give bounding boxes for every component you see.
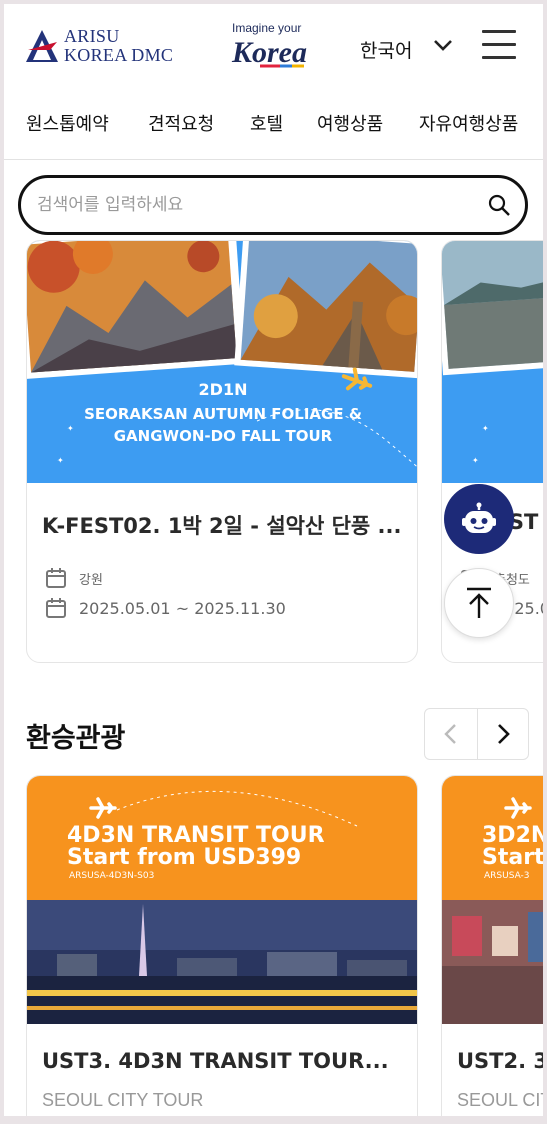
nav-item-quote[interactable]: 견적요청 [148, 110, 214, 136]
section-title: 환승관광 [26, 723, 126, 754]
app-frame: ARISU KOREA DMC Imagine your Korea 한국어 원… [4, 4, 543, 1116]
chevron-left-icon [444, 724, 456, 744]
transit-image[interactable]: 4D3N TRANSIT TOUR Start from USD399 ARSU… [27, 776, 418, 1024]
transit-title[interactable]: UST2. 3 [457, 1049, 543, 1073]
svg-text:✦: ✦ [67, 424, 74, 433]
svg-text:✦: ✦ [472, 456, 479, 465]
slider-next-button[interactable] [476, 709, 529, 759]
hamburger-icon[interactable] [482, 30, 516, 62]
product-image[interactable]: ✦ ✦ 2D1N SEORAKSAN AUTUMN FOLIAGE & GANG… [27, 241, 418, 483]
transit-image[interactable]: 3D2N Start ARSUSA-3 [442, 776, 543, 1024]
arisu-logo-line1: ARISU [64, 26, 120, 46]
language-selector[interactable]: 한국어 [360, 36, 412, 63]
region-label: 강원 [79, 572, 103, 588]
date-row: 2025.05.01 ~ 2025.11.30 [45, 597, 286, 619]
image-text-line1: 2D1N [199, 380, 248, 399]
calendar-icon [46, 598, 66, 618]
calendar-icon [46, 568, 66, 588]
transit-subtitle: SEOUL CITY TOUR [42, 1090, 204, 1110]
banner-code: ARSUSA-4D3N-S03 [69, 871, 154, 881]
imagine-your-korea-logo[interactable]: Imagine your Korea [230, 18, 310, 74]
transit-subtitle: SEOUL CIT [457, 1090, 543, 1110]
scroll-to-top-button[interactable] [444, 568, 514, 638]
banner-code: ARSUSA-3 [484, 871, 530, 881]
slider-controls [424, 708, 529, 760]
main-nav: 원스톱예약 견적요청 호텔 여행상품 자유여행상품 [4, 100, 543, 160]
chevron-right-icon [497, 724, 510, 744]
nav-item-free-tour[interactable]: 자유여행상품 [419, 110, 518, 136]
arrow-up-icon [467, 587, 491, 618]
chatbot-button[interactable] [444, 484, 514, 554]
search-icon[interactable] [487, 193, 511, 217]
robot-icon [462, 502, 496, 533]
search-input[interactable] [37, 192, 457, 218]
search-bar [18, 175, 528, 235]
korea-logo-small-text: Imagine your [232, 21, 301, 35]
product-image[interactable]: ✦ ✦ [442, 241, 543, 483]
nav-item-onestop[interactable]: 원스톱예약 [26, 110, 109, 136]
transit-title[interactable]: UST3. 4D3N TRANSIT TOUR... [42, 1049, 412, 1073]
region-row: 강원 [45, 567, 103, 589]
header: ARISU KOREA DMC Imagine your Korea 한국어 [4, 4, 543, 90]
banner-line2: Start [482, 845, 543, 870]
chevron-down-icon[interactable] [432, 36, 454, 54]
svg-text:✦: ✦ [482, 424, 489, 433]
nav-item-hotel[interactable]: 호텔 [250, 110, 283, 136]
arisu-logo[interactable]: ARISU KOREA DMC [24, 20, 182, 72]
slider-prev-button[interactable] [425, 709, 477, 759]
image-text-line3: GANGWON-DO FALL TOUR [114, 427, 333, 445]
product-card[interactable]: ✦ ✦ 2D1N SEORAKSAN AUTUMN FOLIAGE & GANG… [26, 240, 418, 663]
svg-text:✦: ✦ [57, 456, 64, 465]
banner-line2: Start from USD399 [67, 845, 301, 870]
nav-item-tour[interactable]: 여행상품 [317, 110, 383, 136]
korea-logo-big-text: Korea [231, 36, 307, 69]
transit-card[interactable]: 4D3N TRANSIT TOUR Start from USD399 ARSU… [26, 775, 418, 1116]
product-title[interactable]: K-FEST02. 1박 2일 - 설악산 단풍 ... [42, 510, 412, 540]
arisu-logo-line2: KOREA DMC [64, 45, 174, 65]
date-range: 2025.05.01 ~ 2025.11.30 [79, 598, 286, 618]
image-text-line2: SEORAKSAN AUTUMN FOLIAGE & [84, 405, 362, 423]
arisu-mark-icon [26, 30, 58, 62]
transit-card[interactable]: 3D2N Start ARSUSA-3 UST2. 3 SEOUL CIT [441, 775, 543, 1116]
